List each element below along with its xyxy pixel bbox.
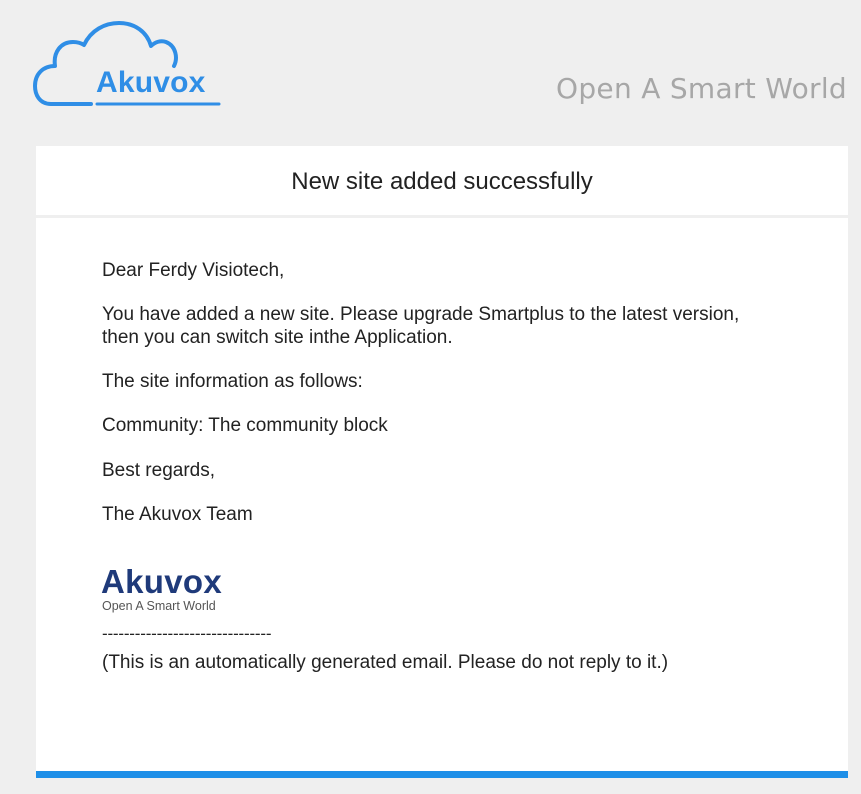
signature-logo: Akuvox Open A Smart World [101, 564, 251, 616]
greeting: Dear Ferdy Visiotech, [102, 260, 285, 281]
header-logo-text: Akuvox [96, 66, 206, 99]
message-line-1: You have added a new site. Please upgrad… [102, 304, 740, 325]
email-header: Akuvox Open A Smart World [0, 0, 861, 146]
info-intro: The site information as follows: [102, 371, 363, 392]
header-tagline: Open A Smart World [556, 72, 847, 105]
bottom-accent-bar [36, 771, 848, 778]
closing: Best regards, [102, 460, 215, 481]
message-line-2: then you can switch site inthe Applicati… [102, 327, 453, 348]
divider-line: ------------------------------- [102, 624, 272, 643]
community-line: Community: The community block [102, 415, 388, 436]
auto-notice: (This is an automatically generated emai… [102, 652, 669, 673]
team-signature: The Akuvox Team [102, 504, 253, 525]
email-title: New site added successfully [291, 168, 593, 195]
email-card: New site added successfully Dear Ferdy V… [36, 146, 848, 778]
title-bar: New site added successfully [36, 146, 848, 218]
signature-logo-tagline: Open A Smart World [102, 599, 216, 613]
signature-logo-word: Akuvox [101, 563, 223, 600]
